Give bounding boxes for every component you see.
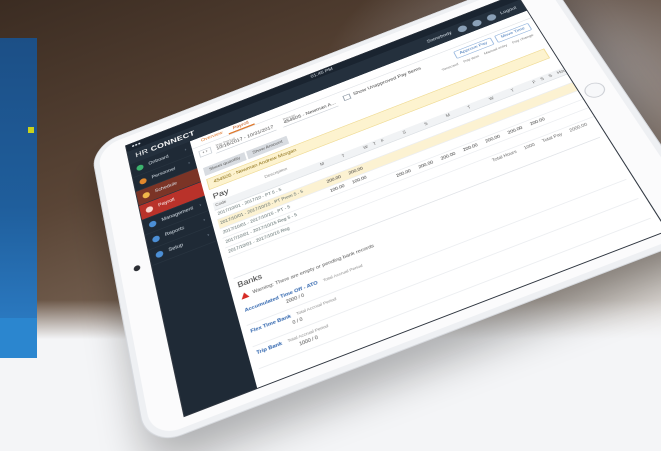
pay-cell[interactable] xyxy=(599,94,628,113)
sidebar-item-label: Reports xyxy=(164,225,185,238)
home-button[interactable] xyxy=(581,80,609,101)
pay-cell[interactable] xyxy=(621,84,655,104)
setup-icon xyxy=(155,249,164,259)
total-pay-value: 2000.00 xyxy=(568,122,589,134)
pager-prev-next[interactable]: ‹ › xyxy=(198,146,213,158)
pay-cell[interactable]: 100.00 xyxy=(604,59,638,79)
main-content: Overview Payroll ‹ › Pay Period 10/16/20… xyxy=(189,10,661,388)
reports-icon xyxy=(151,234,161,244)
tablet-device: ●●● 01:45 PM HR CONNECT Somebody Logout … xyxy=(90,0,661,450)
chevron-right-icon: › xyxy=(187,161,191,166)
chevron-right-icon: › xyxy=(206,232,210,238)
sidebar-item-label: Payroll xyxy=(157,197,176,209)
total-hours-value: 1000 xyxy=(523,142,537,151)
personnel-icon xyxy=(139,177,148,186)
tablet-screen: ●●● 01:45 PM HR CONNECT Somebody Logout … xyxy=(125,0,661,418)
pay-cell[interactable]: 100.00 xyxy=(610,67,644,87)
warning-icon xyxy=(240,291,250,300)
onboard-icon xyxy=(136,163,145,172)
pay-cell[interactable]: 1,000.00 xyxy=(599,51,632,70)
sidebar-item-label: Setup xyxy=(168,242,184,253)
pay-cell[interactable]: 100.00 xyxy=(577,61,605,79)
help-icon[interactable] xyxy=(470,18,483,28)
pay-cell[interactable]: Manual xyxy=(615,75,649,95)
tablet-scene: ●●● 01:45 PM HR CONNECT Somebody Logout … xyxy=(0,0,661,450)
pay-column-header: Total xyxy=(573,55,600,71)
notification-icon[interactable] xyxy=(456,24,468,34)
camera-icon xyxy=(133,264,141,273)
management-icon xyxy=(148,219,157,229)
payroll-icon xyxy=(145,205,154,214)
avatar[interactable] xyxy=(485,13,498,23)
chevron-right-icon: › xyxy=(184,147,187,153)
unapproved-checkbox[interactable] xyxy=(342,93,352,101)
schedule-icon xyxy=(142,191,151,200)
chevron-right-icon: › xyxy=(202,217,206,223)
chevron-right-icon: › xyxy=(198,203,202,209)
